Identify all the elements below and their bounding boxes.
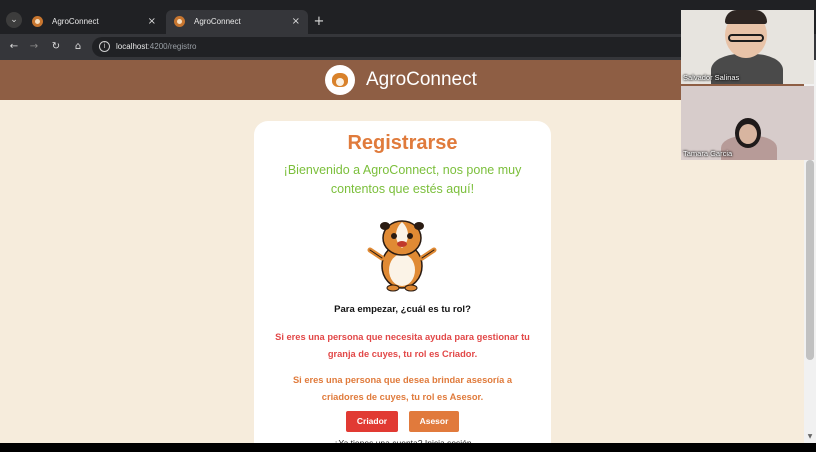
tab-title: AgroConnect [194,17,241,26]
url-text: localhost:4200/registro [116,37,197,57]
glasses-icon [728,34,764,42]
scroll-down-icon[interactable]: ▼ [806,433,814,441]
guinea-pig-favicon-icon [32,16,43,27]
taskbar-edge [0,443,816,452]
guinea-pig-logo-icon [325,65,355,95]
reload-icon[interactable]: ↻ [48,39,64,55]
criador-description: Si eres una persona que necesita ayuda p… [275,332,530,359]
url-host: localhost [116,42,148,51]
tab-search-button[interactable]: ⌄ [6,12,22,28]
tab-title: AgroConnect [52,17,99,26]
participant-name: Salvador Salinas [683,73,740,82]
participant-face [739,124,757,144]
url-path: :4200/registro [147,42,197,51]
tab-agroconnect-1[interactable]: AgroConnect × [24,10,164,34]
criador-button[interactable]: Criador [346,411,398,432]
participant-hair [725,10,767,24]
site-info-icon[interactable]: i [99,41,110,52]
asesor-button[interactable]: Asesor [409,411,459,432]
forward-icon[interactable]: → [26,39,42,55]
participant-name: Tamara Garcia [683,149,733,158]
video-tile-salvador: Salvador Salinas [681,10,814,84]
tab-agroconnect-2[interactable]: AgroConnect × [166,10,308,34]
asesor-description: Si eres una persona que desea brindar as… [292,375,513,402]
guinea-pig-mascot-icon [367,220,437,292]
close-tab-icon[interactable]: × [148,10,156,34]
page-title: Registrarse [347,132,458,154]
role-question: Para empezar, ¿cuál es tu rol? [334,304,471,315]
brand-name: AgroConnect [366,69,477,90]
guinea-pig-favicon-icon [174,16,185,27]
back-icon[interactable]: ← [6,39,22,55]
home-icon[interactable]: ⌂ [70,39,86,55]
scrollbar-thumb[interactable] [806,160,814,360]
video-tile-tamara: Tamara Garcia [681,86,814,160]
new-tab-button[interactable]: + [312,10,326,34]
url-input[interactable]: i localhost:4200/registro [92,37,692,57]
close-tab-icon[interactable]: × [292,10,300,34]
welcome-message: ¡Bienvenido a AgroConnect, nos pone muy … [283,163,522,196]
